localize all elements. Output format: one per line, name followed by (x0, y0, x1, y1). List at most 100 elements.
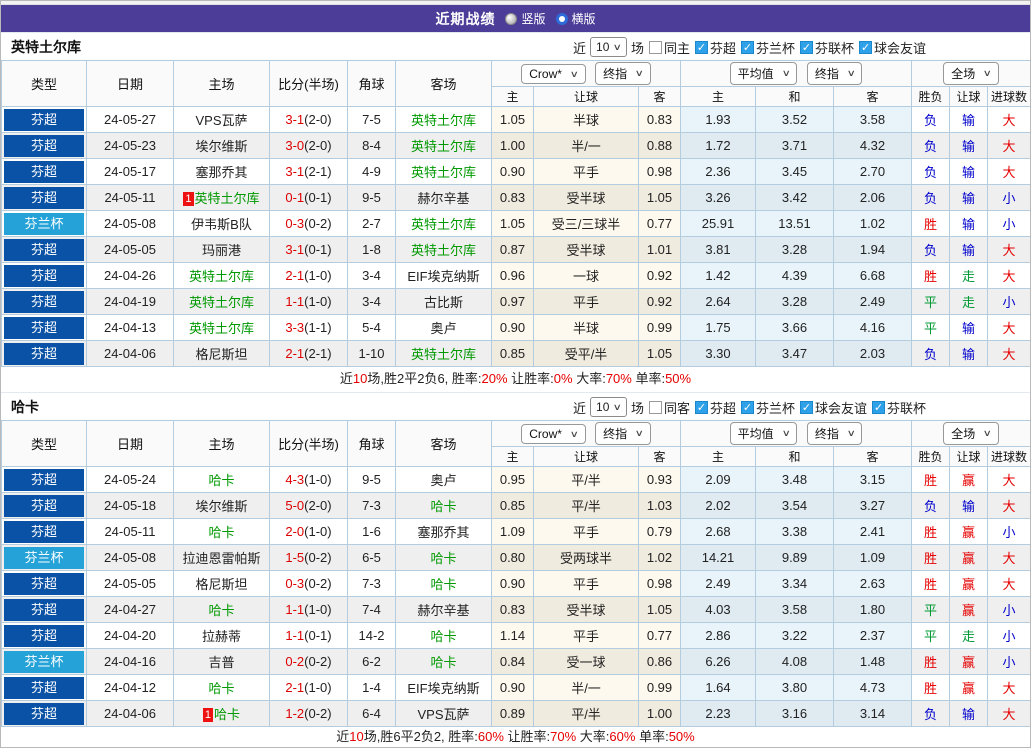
checkbox-checked-icon[interactable]: ✓ (695, 40, 708, 54)
goals-result-cell: 小 (987, 288, 1030, 315)
near-count-select[interactable]: 10 ∨ (590, 397, 627, 417)
handicap-result-cell: 赢 (949, 570, 989, 597)
away-odds-cell: 0.79 (638, 518, 681, 545)
away-team-cell: 奥卢 (395, 314, 492, 341)
radio-vertical-layout[interactable]: 竖版 (505, 10, 546, 27)
fulltime-select[interactable]: 全场 ∨ (943, 422, 999, 445)
home-team-cell: 塞那乔其 (173, 158, 270, 185)
goals-result-cell: 小 (987, 210, 1030, 237)
avg-home-cell: 1.64 (680, 674, 756, 701)
bookmaker-ref-select[interactable]: 终指 ∨ (595, 62, 651, 85)
league-badge: 芬兰杯 (4, 546, 84, 569)
league-badge: 芬兰杯 (4, 212, 84, 235)
handicap-cell: 平/半 (533, 492, 639, 519)
league-cell: 芬超 (1, 106, 87, 133)
score-cell: 1-2(0-2) (269, 700, 348, 727)
bookmaker-select[interactable]: Crow* ∨ (521, 64, 586, 84)
league-filter-3[interactable]: ✓ 芬联杯 (872, 398, 926, 417)
same-venue-filter[interactable]: 同主 (648, 38, 690, 57)
same-venue-filter[interactable]: 同客 (648, 398, 690, 417)
league-filter-3[interactable]: ✓ 球会友谊 (859, 38, 926, 57)
goals-result-cell: 大 (987, 570, 1030, 597)
score-cell: 3-1(2-1) (269, 158, 348, 185)
subcol-goals-result: 进球数 (987, 446, 1030, 467)
league-filter-0[interactable]: ✓ 芬超 (695, 398, 736, 417)
subcol-goals-result: 进球数 (987, 86, 1030, 107)
radio-unselected-icon[interactable] (505, 12, 518, 25)
date-cell: 24-04-19 (86, 288, 174, 315)
average-ref-select[interactable]: 终指 ∨ (806, 422, 863, 445)
league-badge: 芬超 (4, 598, 84, 621)
checkbox-checked-icon[interactable]: ✓ (859, 40, 873, 54)
col-header-score: 比分(半场) (269, 420, 348, 467)
average-select[interactable]: 平均值 ∨ (729, 422, 798, 445)
league-cell: 芬超 (1, 158, 87, 185)
fulltime-group-header: 全场 ∨ (911, 420, 1030, 447)
score-cell: 0-3(0-2) (269, 210, 348, 237)
handicap-cell: 半/一 (533, 674, 639, 701)
league-badge: 芬兰杯 (4, 650, 84, 673)
average-select[interactable]: 平均值 ∨ (729, 62, 798, 85)
match-row: 芬超 24-04-06 1 哈卡 1-2(0-2) 6-4 VPS瓦萨 0.89 平/半 1.00… (1, 700, 1030, 727)
away-team-cell: EIF埃克纳斯 (395, 262, 492, 289)
checkbox-checked-icon[interactable]: ✓ (800, 40, 814, 54)
checkbox-checked-icon[interactable]: ✓ (741, 400, 755, 414)
avg-home-cell: 2.68 (680, 518, 756, 545)
section-header: 哈卡 近 10 ∨ 场 同客 ✓ 芬超 ✓ 芬兰杯 ✓ 球会友谊 ✓ 芬联杯 (1, 392, 1030, 420)
team-section-1: 哈卡 近 10 ∨ 场 同客 ✓ 芬超 ✓ 芬兰杯 ✓ 球会友谊 ✓ 芬联杯 类… (1, 392, 1030, 747)
league-cell: 芬超 (1, 674, 87, 701)
league-filter-0[interactable]: ✓ 芬超 (695, 38, 736, 57)
result-cell: 胜 (911, 210, 951, 237)
avg-home-cell: 3.81 (680, 236, 756, 263)
recent-results-table: 类型 日期 主场 比分(半场) 角球 客场 Crow* ∨ 终指 ∨ 平均值 ∨… (1, 420, 1030, 727)
league-filter-2[interactable]: ✓ 芬联杯 (800, 38, 854, 57)
handicap-cell: 受三/三球半 (533, 210, 639, 237)
handicap-result-cell: 赢 (949, 596, 989, 623)
goals-result-cell: 大 (987, 340, 1030, 367)
away-team-cell: 奥卢 (395, 466, 492, 493)
same-venue-label: 同客 (663, 400, 690, 416)
league-cell: 芬超 (1, 466, 87, 493)
score-cell: 3-3(1-1) (269, 314, 348, 341)
avg-draw-cell: 13.51 (755, 210, 834, 237)
checkbox-checked-icon[interactable]: ✓ (872, 400, 886, 414)
score-cell: 2-1(2-1) (269, 340, 348, 367)
bookmaker-select[interactable]: Crow* ∨ (521, 424, 586, 444)
league-filter-1[interactable]: ✓ 芬兰杯 (741, 38, 795, 57)
avg-home-cell: 2.23 (680, 700, 756, 727)
result-cell: 负 (911, 132, 951, 159)
goals-result-cell: 大 (987, 674, 1030, 701)
avg-away-cell: 6.68 (832, 262, 913, 289)
avg-away-cell: 2.70 (832, 158, 913, 185)
home-team-cell: VPS瓦萨 (173, 106, 270, 133)
date-cell: 24-04-06 (86, 700, 174, 727)
checkbox-checked-icon[interactable]: ✓ (741, 40, 755, 54)
league-badge: 芬超 (4, 108, 84, 131)
radio-selected-icon[interactable] (555, 12, 568, 25)
league-cell: 芬超 (1, 132, 87, 159)
checkbox-unchecked-icon[interactable] (648, 40, 662, 54)
league-badge: 芬超 (4, 572, 84, 595)
home-team-cell: 哈卡 (173, 466, 270, 493)
team-name: 哈卡 (11, 398, 39, 415)
near-count-select[interactable]: 10 ∨ (590, 37, 627, 57)
league-cell: 芬超 (1, 596, 87, 623)
checkbox-checked-icon[interactable]: ✓ (800, 400, 814, 414)
league-filter-1[interactable]: ✓ 芬兰杯 (741, 398, 795, 417)
checkbox-checked-icon[interactable]: ✓ (695, 400, 708, 414)
league-filter-label: 芬兰杯 (756, 40, 796, 56)
corner-cell: 6-5 (347, 544, 396, 571)
average-ref-select[interactable]: 终指 ∨ (806, 62, 863, 85)
result-cell: 负 (911, 236, 951, 263)
checkbox-unchecked-icon[interactable] (648, 400, 662, 414)
fulltime-select[interactable]: 全场 ∨ (943, 62, 999, 85)
chevron-down-icon: ∨ (634, 68, 645, 78)
avg-draw-cell: 3.34 (755, 570, 834, 597)
bookmaker-ref-select[interactable]: 终指 ∨ (595, 422, 651, 445)
radio-horizontal-layout[interactable]: 横版 (555, 10, 596, 27)
result-cell: 平 (911, 596, 951, 623)
result-cell: 胜 (911, 466, 951, 493)
chevron-down-icon: ∨ (781, 428, 791, 438)
result-cell: 胜 (911, 570, 951, 597)
league-filter-2[interactable]: ✓ 球会友谊 (800, 398, 867, 417)
